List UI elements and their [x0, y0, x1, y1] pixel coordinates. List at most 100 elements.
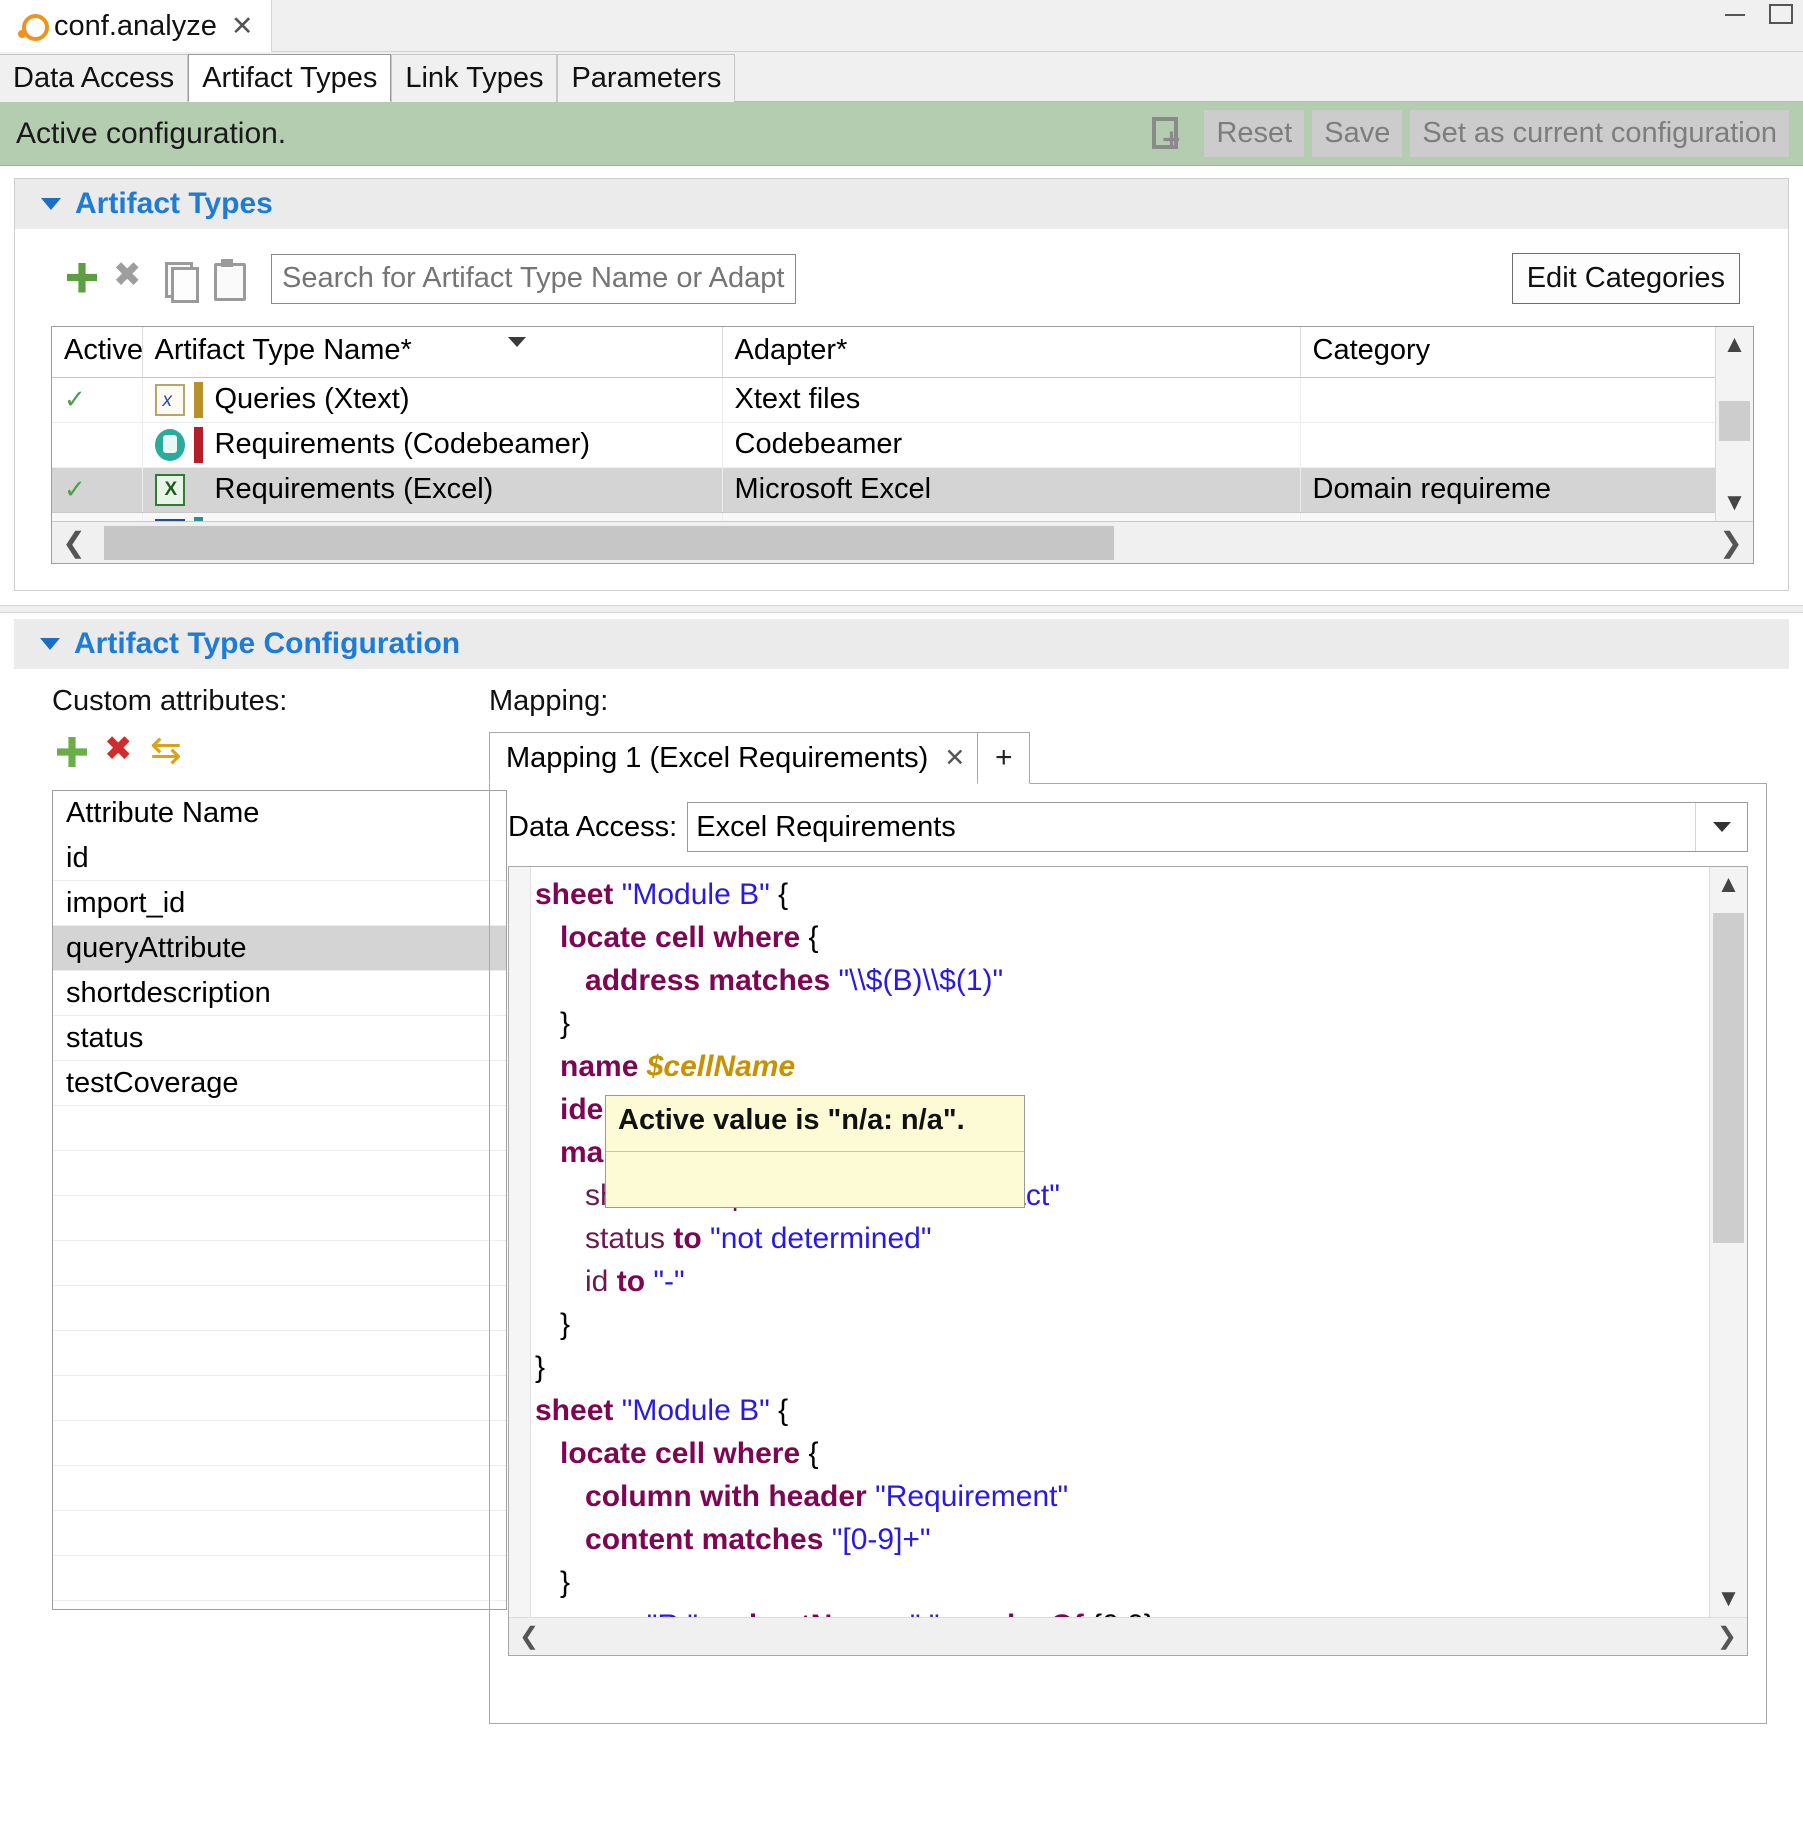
mapping-code-editor[interactable]: sheet "Module B" { locate cell where { a… — [508, 866, 1748, 1656]
code-line: column with header "Requirement" — [535, 1475, 1691, 1518]
tooltip-text: Active value is "n/a: n/a". — [606, 1096, 1024, 1151]
list-item[interactable]: queryAttribute — [53, 926, 506, 971]
column-header-category[interactable]: Category — [1300, 327, 1753, 377]
list-item-empty[interactable] — [53, 1331, 506, 1376]
maximize-icon[interactable] — [1765, 2, 1793, 24]
editor-horizontal-scrollbar[interactable]: ❮ ❯ — [509, 1617, 1747, 1655]
collapse-caret-icon[interactable] — [40, 638, 60, 650]
vertical-scroll-thumb[interactable] — [1719, 401, 1750, 441]
close-icon[interactable]: ✕ — [944, 743, 965, 773]
duplicate-configuration-icon[interactable] — [1146, 113, 1186, 153]
tooltip-body — [606, 1151, 1024, 1207]
horizontal-scroll-thumb[interactable] — [104, 526, 1114, 560]
add-artifact-type-icon[interactable] — [61, 257, 105, 301]
reset-button[interactable]: Reset — [1204, 110, 1304, 157]
paste-icon[interactable] — [205, 257, 249, 301]
xtext-file-icon — [155, 384, 185, 416]
code-line: name $cellName — [535, 1045, 1691, 1088]
editor-gutter — [509, 867, 531, 1655]
scroll-up-icon[interactable]: ▲ — [1710, 867, 1747, 903]
attribute-column-header[interactable]: Attribute Name — [53, 791, 506, 836]
tab-link-types[interactable]: Link Types — [391, 54, 557, 102]
list-item-empty[interactable] — [53, 1376, 506, 1421]
code-line: } — [535, 1002, 1691, 1045]
active-check-icon[interactable]: ✓ — [64, 384, 86, 414]
mapping-code-text[interactable]: sheet "Module B" { locate cell where { a… — [535, 873, 1691, 1617]
list-item[interactable]: shortdescription — [53, 971, 506, 1016]
artifact-type-name: Rhapsody bdd element — [215, 563, 513, 564]
data-access-select[interactable]: Excel Requirements — [687, 802, 1748, 852]
category-color-bar — [194, 427, 203, 463]
copy-icon[interactable] — [157, 257, 201, 301]
configuration-section-header[interactable]: Artifact Type Configuration — [14, 619, 1789, 669]
tab-parameters[interactable]: Parameters — [557, 54, 735, 102]
sync-attributes-icon[interactable] — [148, 732, 196, 776]
horizontal-scroll-track[interactable] — [96, 522, 1709, 564]
list-item[interactable]: import_id — [53, 881, 506, 926]
editor-vertical-scrollbar[interactable]: ▲ ▼ — [1709, 867, 1747, 1617]
minimize-icon[interactable] — [1721, 2, 1749, 24]
table-vertical-scrollbar[interactable]: ▲ ▼ — [1715, 327, 1753, 521]
list-item-empty[interactable] — [53, 1241, 506, 1286]
code-line: content matches "[0-9]+" — [535, 1518, 1691, 1561]
tab-artifact-types[interactable]: Artifact Types — [188, 54, 391, 102]
code-line: sheet "Module B" { — [535, 1389, 1691, 1432]
column-header-adapter[interactable]: Adapter* — [722, 327, 1300, 377]
scroll-up-icon[interactable]: ▲ — [1716, 327, 1753, 363]
save-button[interactable]: Save — [1312, 110, 1402, 157]
add-mapping-button[interactable]: + — [978, 732, 1030, 784]
artifact-types-section: Artifact Types Edit Categories Active Ar… — [14, 178, 1789, 591]
column-header-active[interactable]: Active — [52, 327, 142, 377]
scroll-right-icon[interactable]: ❯ — [1717, 1622, 1737, 1651]
delete-attribute-icon[interactable] — [100, 732, 144, 776]
collapse-caret-icon[interactable] — [41, 198, 61, 210]
list-item-empty[interactable] — [53, 1601, 506, 1610]
code-line: sheet "Module B" { — [535, 873, 1691, 916]
codebeamer-icon — [155, 429, 185, 461]
close-icon[interactable]: ✕ — [227, 13, 258, 40]
edit-categories-button[interactable]: Edit Categories — [1512, 253, 1740, 304]
editor-tab-conf-analyze[interactable]: conf.analyze ✕ — [0, 0, 272, 52]
add-attribute-icon[interactable] — [52, 732, 96, 776]
list-item-empty[interactable] — [53, 1106, 506, 1151]
scroll-right-icon[interactable]: ❯ — [1709, 526, 1753, 559]
chevron-down-icon[interactable] — [1695, 803, 1747, 851]
table-horizontal-scrollbar[interactable]: ❮ ❯ — [52, 521, 1753, 563]
mapping-tab-1[interactable]: Mapping 1 (Excel Requirements) ✕ — [489, 732, 978, 784]
delete-artifact-type-icon[interactable] — [109, 257, 153, 301]
set-as-current-configuration-button[interactable]: Set as current configuration — [1410, 110, 1789, 157]
code-line: } — [535, 1303, 1691, 1346]
artifact-types-table-wrapper: Active Artifact Type Name* Adapter* Cate… — [51, 326, 1754, 564]
table-row[interactable]: ✓ Queries (Xtext) Xtext files — [52, 377, 1753, 422]
scroll-left-icon[interactable]: ❮ — [519, 1622, 539, 1651]
cell-adapter: Microsoft Excel — [722, 467, 1300, 512]
list-item[interactable]: id — [53, 836, 506, 881]
list-item-empty[interactable] — [53, 1421, 506, 1466]
list-item-empty[interactable] — [53, 1466, 506, 1511]
scroll-down-icon[interactable]: ▼ — [1716, 485, 1753, 521]
attribute-list[interactable]: Attribute Name id import_id queryAttribu… — [52, 790, 507, 1610]
code-line: id to "-" — [535, 1260, 1691, 1303]
active-check-icon[interactable]: ✓ — [64, 474, 86, 504]
column-header-name[interactable]: Artifact Type Name* — [142, 327, 722, 377]
list-item-empty[interactable] — [53, 1196, 506, 1241]
tab-data-access[interactable]: Data Access — [0, 54, 188, 102]
list-item-empty[interactable] — [53, 1151, 506, 1196]
scroll-down-icon[interactable]: ▼ — [1710, 1581, 1747, 1617]
table-row[interactable]: Requirements (Codebeamer) Codebeamer — [52, 422, 1753, 467]
code-line: address matches "\\$(B)\\$(1)" — [535, 959, 1691, 1002]
list-item-empty[interactable] — [53, 1286, 506, 1331]
sort-descending-icon — [508, 337, 526, 347]
list-item-empty[interactable] — [53, 1511, 506, 1556]
artifact-types-section-header[interactable]: Artifact Types — [15, 179, 1788, 229]
list-item-empty[interactable] — [53, 1556, 506, 1601]
vertical-scroll-thumb[interactable] — [1713, 913, 1744, 1243]
data-access-value: Excel Requirements — [696, 811, 956, 844]
scroll-left-icon[interactable]: ❮ — [52, 526, 96, 559]
search-input[interactable] — [271, 254, 796, 304]
list-item[interactable]: testCoverage — [53, 1061, 506, 1106]
table-row[interactable]: ✓ Requirements (Excel) Microsoft Excel D… — [52, 467, 1753, 512]
list-item[interactable]: status — [53, 1016, 506, 1061]
excel-icon — [155, 474, 185, 506]
mapping-tab-label: Mapping 1 (Excel Requirements) — [506, 742, 928, 775]
